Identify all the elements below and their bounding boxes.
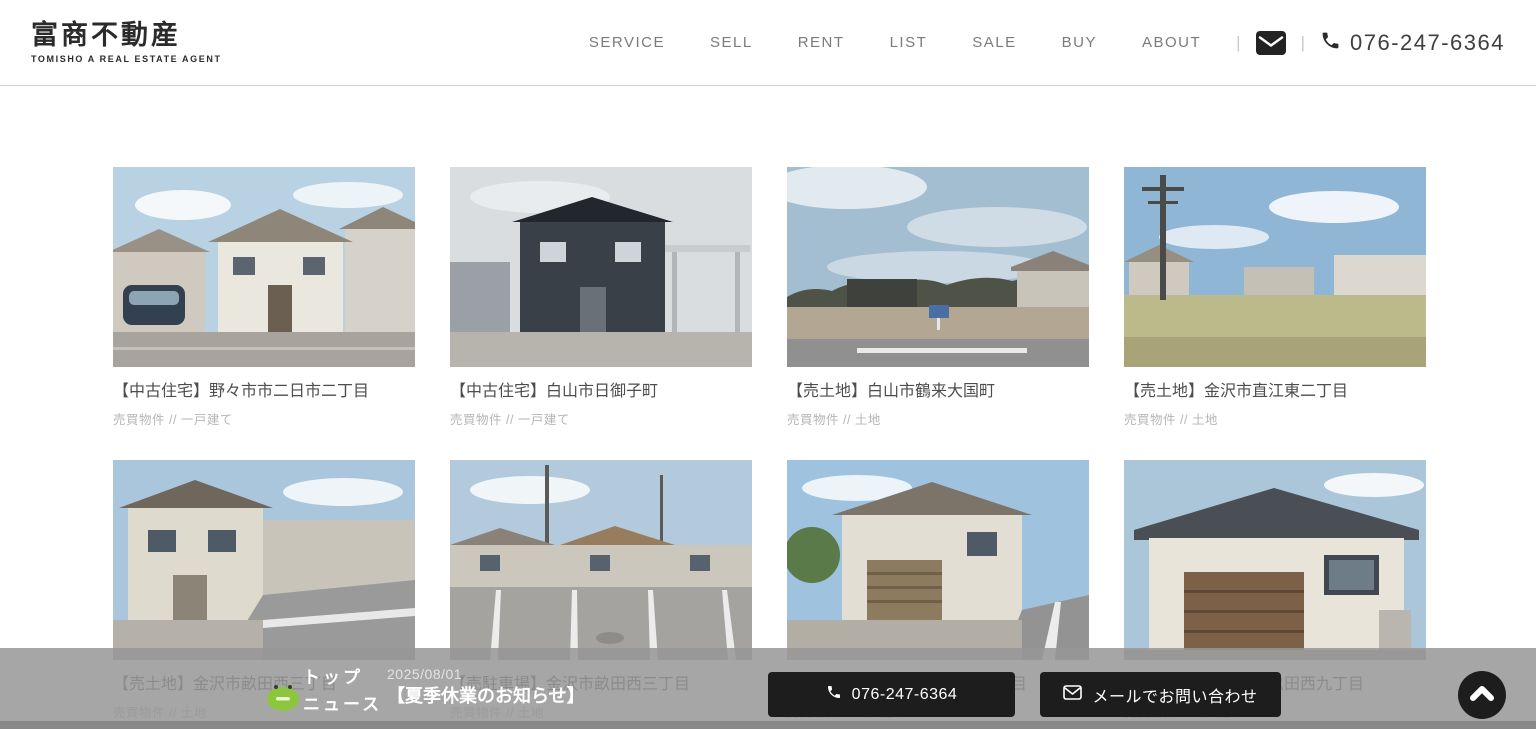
listing-card[interactable]: 【売土地】白山市鶴来大国町 売買物件 // 土地 [787, 167, 1089, 428]
back-to-top-button[interactable] [1458, 671, 1506, 719]
property-photo [113, 167, 415, 367]
phone-icon [826, 684, 842, 705]
site-header: 富商不動産 TOMISHO A REAL ESTATE AGENT SERVIC… [0, 0, 1536, 86]
header-divider-2: | [1301, 33, 1305, 53]
nav-item-buy[interactable]: BUY [1062, 34, 1097, 51]
listing-title: 【売土地】白山市鶴来大国町 [787, 382, 1089, 401]
listing-meta: 売買物件 // 土地 [1124, 409, 1426, 428]
news-mascot-icon [266, 682, 300, 717]
property-photo [1124, 460, 1426, 660]
listing-meta: 売買物件 // 一戸建て [113, 409, 415, 428]
news-label-top: トップ [303, 664, 382, 691]
property-photo [450, 167, 752, 367]
news-headline: 【夏季休業のお知らせ】 [387, 684, 585, 708]
property-photo [113, 460, 415, 660]
listing-card[interactable]: 【売土地】金沢市直江東二丁目 売買物件 // 土地 [1124, 167, 1426, 428]
listing-title: 【中古住宅】白山市日御子町 [450, 382, 752, 401]
property-photo [787, 460, 1089, 660]
listings-grid: 【中古住宅】野々市市二日市二丁目 売買物件 // 一戸建て 【中古住宅】白山市日… [113, 167, 1426, 721]
phone-call-button[interactable]: 076-247-6364 [768, 672, 1015, 717]
header-mail-icon[interactable] [1256, 31, 1286, 55]
listing-meta: 売買物件 // 一戸建て [450, 409, 752, 428]
nav-item-sale[interactable]: SALE [972, 34, 1016, 51]
listing-meta: 売買物件 // 土地 [787, 409, 1089, 428]
listing-title: 【売土地】金沢市直江東二丁目 [1124, 382, 1426, 401]
news-contact-bar: トップ ニュース 2025/08/01 【夏季休業のお知らせ】 076-247-… [0, 648, 1536, 729]
nav-item-about[interactable]: ABOUT [1142, 34, 1201, 51]
listing-title: 【中古住宅】野々市市二日市二丁目 [113, 382, 415, 401]
header-phone-number: 076-247-6364 [1350, 30, 1505, 56]
phone-button-label: 076-247-6364 [852, 686, 958, 704]
phone-icon [1320, 30, 1341, 56]
header-phone-link[interactable]: 076-247-6364 [1320, 30, 1505, 56]
property-photo [1124, 167, 1426, 367]
mail-button-label: メールでお問い合わせ [1092, 683, 1257, 707]
nav-item-sell[interactable]: SELL [710, 34, 753, 51]
header-divider: | [1236, 33, 1240, 53]
nav-item-service[interactable]: SERVICE [589, 34, 665, 51]
header-right: SERVICE SELL RENT LIST SALE BUY ABOUT | … [589, 30, 1505, 56]
mail-contact-button[interactable]: メールでお問い合わせ [1040, 672, 1281, 717]
news-item[interactable]: 2025/08/01 【夏季休業のお知らせ】 [387, 654, 585, 708]
footer-edge [0, 721, 1536, 729]
news-label: トップ ニュース [303, 664, 382, 718]
property-photo [450, 460, 752, 660]
property-photo [787, 167, 1089, 367]
listing-card[interactable]: 【中古住宅】野々市市二日市二丁目 売買物件 // 一戸建て [113, 167, 415, 428]
page: 富商不動産 TOMISHO A REAL ESTATE AGENT SERVIC… [0, 0, 1536, 729]
logo-title: 富商不動産 [31, 21, 222, 51]
listing-card[interactable]: 【中古住宅】白山市日御子町 売買物件 // 一戸建て [450, 167, 752, 428]
nav-item-list[interactable]: LIST [890, 34, 928, 51]
logo-subtitle: TOMISHO A REAL ESTATE AGENT [31, 54, 222, 64]
news-label-bottom: ニュース [303, 691, 382, 718]
site-logo[interactable]: 富商不動産 TOMISHO A REAL ESTATE AGENT [31, 21, 222, 65]
mail-icon [1063, 685, 1082, 705]
nav-item-rent[interactable]: RENT [798, 34, 845, 51]
news-date: 2025/08/01 [387, 664, 585, 684]
main-nav: SERVICE SELL RENT LIST SALE BUY ABOUT [589, 34, 1201, 51]
chevron-up-icon [1469, 684, 1495, 707]
